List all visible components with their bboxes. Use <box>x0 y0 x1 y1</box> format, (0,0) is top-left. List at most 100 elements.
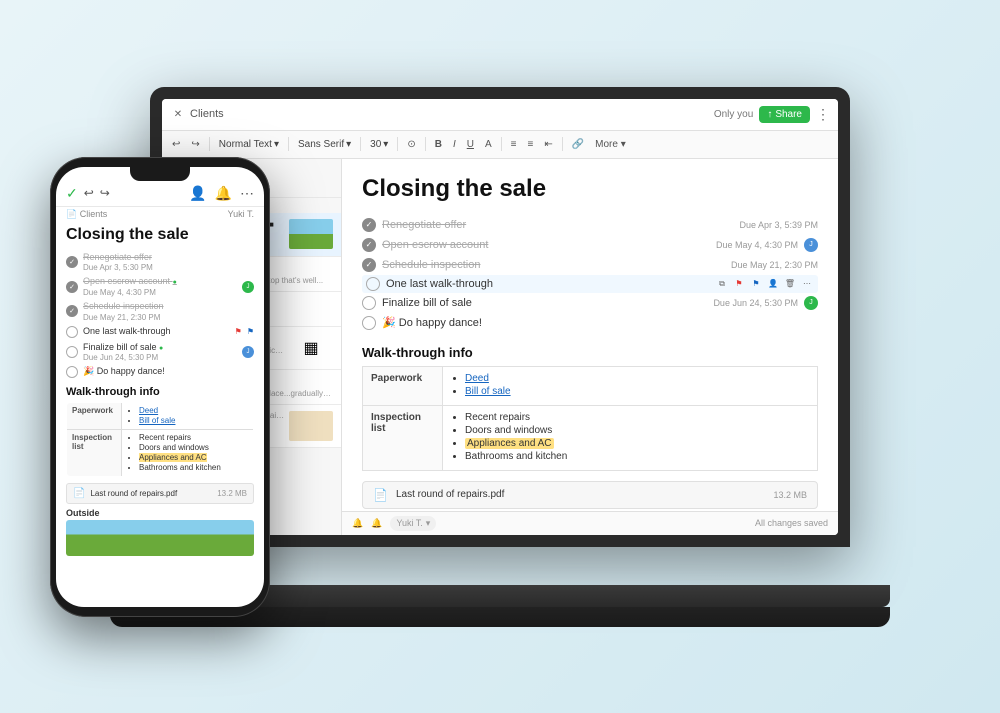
bold-button[interactable]: B <box>431 137 446 152</box>
task-text: Renegotiate offer <box>382 219 733 231</box>
delete-icon[interactable]: 🗑 <box>783 277 797 291</box>
task-text: Schedule inspection <box>382 259 725 271</box>
outdent-button[interactable]: ⇤ <box>540 137 556 152</box>
deed-link[interactable]: Deed <box>465 373 489 384</box>
paperwork-list: Deed Bill of sale <box>465 373 809 397</box>
inspection-content: Recent repairs Doors and windows Applian… <box>122 430 254 477</box>
phone-breadcrumb: 📄 Clients Yuki T. <box>56 207 264 222</box>
share-icon: ↑ <box>767 109 772 120</box>
more-options-button[interactable]: ⋮ <box>816 106 830 123</box>
topbar-left: ✕ Clients <box>170 106 708 122</box>
copy-icon[interactable]: ⧉ <box>715 277 729 291</box>
phone-content: ✓ ↩ ↪ 👤 🔔 ⋯ 📄 Clients Yuki T. <box>56 181 264 607</box>
italic-button[interactable]: I <box>449 137 460 152</box>
paperwork-label: Paperwork <box>363 366 443 405</box>
task-avatar: J <box>804 296 818 310</box>
task-item: 🎉 Do happy dance! <box>362 313 818 333</box>
user-icon[interactable]: 👤 <box>766 277 780 291</box>
task-text: 🎉 Do happy dance! <box>382 316 818 329</box>
task-text: Open escrow account ● <box>83 276 237 288</box>
task-content: Renegotiate offer Due Apr 3, 5:30 PM <box>83 252 153 273</box>
outside-section: Outside <box>66 508 254 556</box>
list-item: Doors and windows <box>139 443 248 452</box>
note-thumbnail <box>289 411 333 441</box>
flag-blue-icon[interactable]: ⚑ <box>749 277 763 291</box>
bill-of-sale-link[interactable]: Bill of sale <box>139 416 175 425</box>
task-checkbox[interactable]: ✓ <box>362 238 376 252</box>
list-button[interactable]: ≡ <box>507 137 521 152</box>
task-checkbox[interactable]: ✓ <box>66 281 78 293</box>
size-dropdown[interactable]: 30 ▾ <box>366 137 392 152</box>
deed-link[interactable]: Deed <box>139 406 158 415</box>
breadcrumb-left: 📄 Clients <box>66 209 107 220</box>
phone-attachment[interactable]: 📄 Last round of repairs.pdf 13.2 MB <box>66 483 254 504</box>
task-item-active: One last walk-through ⧉ ⚑ ⚑ 👤 🗑 ⋯ <box>362 275 818 293</box>
bell-icon[interactable]: 🔔 <box>215 185 232 202</box>
task-action-icons: ⧉ ⚑ ⚑ 👤 🗑 ⋯ <box>715 277 814 291</box>
bill-of-sale-link[interactable]: Bill of sale <box>465 386 511 397</box>
phone-action-buttons: 👤 🔔 ⋯ <box>189 185 254 202</box>
user-avatar-dropdown[interactable]: Yuki T. ▾ <box>390 516 436 531</box>
task-due: Due Jun 24, 5:30 PM <box>83 353 237 362</box>
phone-body-scroll[interactable]: ✓ Renegotiate offer Due Apr 3, 5:30 PM ✓… <box>56 250 264 607</box>
more-icon[interactable]: ⋯ <box>800 277 814 291</box>
task-item: ✓ Open escrow account Due May 4, 4:30 PM… <box>362 235 818 255</box>
link-button[interactable]: 🔗 <box>568 137 588 152</box>
task-due: Due Apr 3, 5:39 PM <box>739 220 818 230</box>
check-icon[interactable]: ✓ <box>66 185 78 202</box>
separator <box>288 137 289 151</box>
task-checkbox[interactable] <box>66 346 78 358</box>
task-checkbox[interactable]: ✓ <box>66 256 78 268</box>
numbered-list-button[interactable]: ≡ <box>523 137 537 152</box>
task-content: Finalize bill of sale ● Due Jun 24, 5:30… <box>83 342 237 363</box>
bell-icon: 🔔 <box>352 518 363 529</box>
task-checkbox[interactable] <box>362 316 376 330</box>
task-checkbox[interactable] <box>366 277 380 291</box>
task-due: Due May 4, 4:30 PM <box>83 288 237 297</box>
close-icon[interactable]: ✕ <box>170 106 186 122</box>
font-color-button[interactable]: A <box>481 137 496 152</box>
attachment-row[interactable]: 📄 Last round of repairs.pdf 13.2 MB <box>362 481 818 509</box>
redo-button[interactable]: ↪ <box>100 186 110 200</box>
task-checkbox[interactable]: ✓ <box>362 258 376 272</box>
task-checkbox[interactable]: ✓ <box>362 218 376 232</box>
underline-button[interactable]: U <box>463 137 478 152</box>
phone-section-title: Walk-through info <box>66 386 254 398</box>
undo-button[interactable]: ↩ <box>84 186 94 200</box>
redo-button[interactable]: ↪ <box>187 137 203 152</box>
task-checkbox[interactable] <box>66 326 78 338</box>
list-item: Doors and windows <box>465 425 809 436</box>
paperwork-label: Paperwork <box>67 403 122 430</box>
task-text: One last walk-through <box>83 326 230 338</box>
table-row: Inspection list Recent repairs Doors and… <box>363 405 818 470</box>
list-item: Recent repairs <box>139 433 248 442</box>
list-item: Bathrooms and kitchen <box>465 451 809 462</box>
editor-panel: Closing the sale ✓ Renegotiate offer Due… <box>342 159 838 535</box>
task-checkbox[interactable] <box>66 366 78 378</box>
separator <box>397 137 398 151</box>
phone-task: 🎉 Do happy dance! <box>66 364 254 380</box>
attachment-name: Last round of repairs.pdf <box>90 489 212 498</box>
more-format-button[interactable]: More ▾ <box>591 137 630 152</box>
editor-body[interactable]: Closing the sale ✓ Renegotiate offer Due… <box>342 159 838 511</box>
task-checkbox[interactable]: ✓ <box>66 305 78 317</box>
style-dropdown[interactable]: Normal Text ▾ <box>215 137 283 152</box>
person-icon[interactable]: 👤 <box>189 185 206 202</box>
more-icon[interactable]: ⋯ <box>240 185 254 202</box>
undo-button[interactable]: ↩ <box>168 137 184 152</box>
task-checkbox[interactable] <box>362 296 376 310</box>
bell-icon2: 🔔 <box>371 518 382 529</box>
laptop: ✕ Clients Only you ↑ Share ⋮ ↩ <box>110 87 890 647</box>
color-button[interactable]: ⊙ <box>403 137 419 152</box>
task-avatar: J <box>242 281 254 293</box>
paperwork-list: Deed Bill of sale <box>139 406 248 425</box>
task-due: Due Jun 24, 5:30 PM <box>713 298 798 308</box>
inspection-label: Inspection list <box>363 405 443 470</box>
font-dropdown[interactable]: Sans Serif ▾ <box>294 137 355 152</box>
format-toolbar: ↩ ↪ Normal Text ▾ Sans Serif ▾ 30 <box>162 131 838 159</box>
task-text: Open escrow account <box>382 239 710 251</box>
user-label: Yuki T. <box>396 518 422 528</box>
flag-red-icon[interactable]: ⚑ <box>732 277 746 291</box>
separator <box>425 137 426 151</box>
share-button[interactable]: ↑ Share <box>759 106 810 123</box>
